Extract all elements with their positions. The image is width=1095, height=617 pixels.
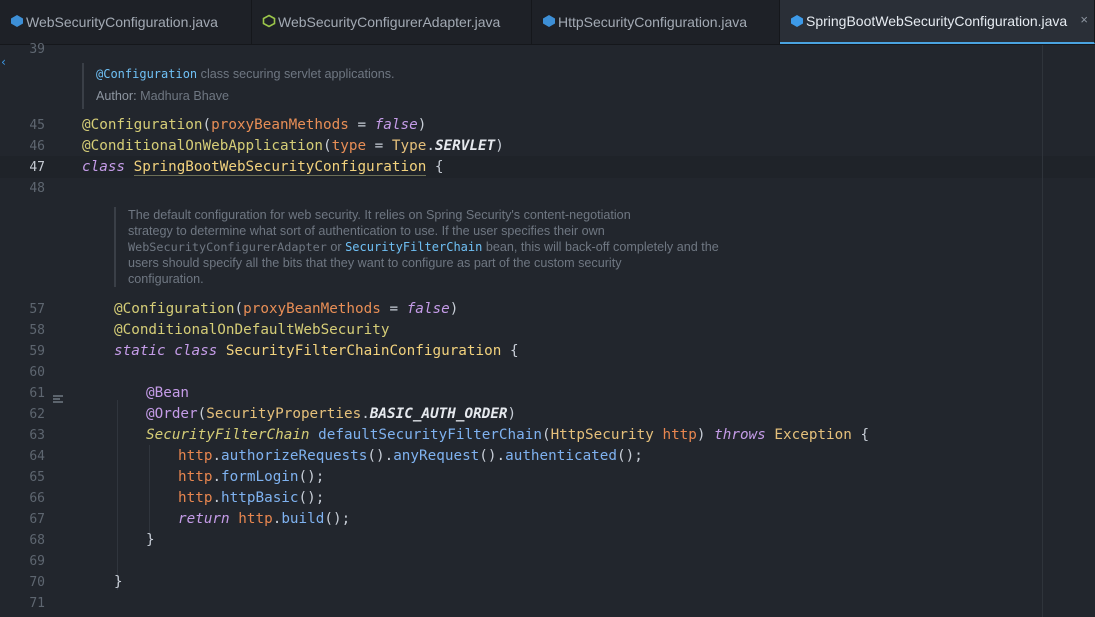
- code-line-67: return http.build();: [178, 511, 351, 527]
- tab-websecurityconfigureradapter[interactable]: WebSecurityConfigurerAdapter.java: [252, 0, 532, 44]
- line-number: 70: [29, 575, 45, 590]
- javadoc-text-fragment: bean, this will back-off completely and …: [482, 240, 719, 254]
- line-number: 64: [29, 449, 45, 464]
- code-line-47: class SpringBootWebSecurityConfiguration…: [82, 159, 444, 176]
- tab-label: HttpSecurityConfiguration.java: [558, 14, 748, 30]
- tab-label: WebSecurityConfiguration.java: [26, 14, 218, 30]
- javadoc-inner-class: The default configuration for web securi…: [114, 207, 768, 287]
- java-class-icon: [11, 15, 23, 27]
- right-margin-guide: [1042, 45, 1043, 617]
- line-number-current: 47: [29, 160, 45, 175]
- javadoc-class: @Configuration class securing servlet ap…: [82, 63, 696, 109]
- javadoc-summary: @Configuration class securing servlet ap…: [96, 63, 696, 85]
- line-number: 58: [29, 323, 45, 338]
- indent-guide: [117, 400, 118, 590]
- javadoc-text: The default configuration for web securi…: [128, 208, 631, 222]
- code-line-63: SecurityFilterChain defaultSecurityFilte…: [146, 427, 870, 443]
- line-number: 69: [29, 554, 45, 569]
- javadoc-text-fragment: or: [326, 240, 346, 254]
- code-line-46: @ConditionalOnWebApplication(type = Type…: [82, 138, 504, 154]
- javadoc-link[interactable]: SecurityFilterChain: [345, 240, 482, 254]
- javadoc-text: WebSecurityConfigurerAdapter or Security…: [128, 239, 768, 255]
- javadoc-text: users should specify all the bits that t…: [128, 256, 622, 270]
- javadoc-text: configuration.: [128, 272, 204, 286]
- code-line-58: @ConditionalOnDefaultWebSecurity: [114, 322, 390, 338]
- code-line-68: }: [146, 532, 155, 548]
- tab-label: WebSecurityConfigurerAdapter.java: [278, 14, 501, 30]
- indent-guide: [149, 445, 150, 537]
- java-class-icon: [791, 15, 803, 27]
- code-line-45: @Configuration(proxyBeanMethods = false): [82, 117, 427, 133]
- tab-label: SpringBootWebSecurityConfiguration.java: [806, 13, 1068, 29]
- close-tab-icon[interactable]: ×: [1080, 12, 1088, 27]
- line-number: 63: [29, 428, 45, 443]
- javadoc-link[interactable]: @Configuration: [96, 67, 197, 81]
- line-number: 57: [29, 302, 45, 317]
- tab-httpsecurityconfiguration[interactable]: HttpSecurityConfiguration.java: [532, 0, 780, 44]
- line-number: 39: [29, 42, 45, 57]
- code-line-59: static class SecurityFilterChainConfigur…: [114, 343, 519, 359]
- line-number: 71: [29, 596, 45, 611]
- line-number: 65: [29, 470, 45, 485]
- line-number: 68: [29, 533, 45, 548]
- code-line-57: @Configuration(proxyBeanMethods = false): [114, 301, 459, 317]
- tab-websecurityconfiguration[interactable]: WebSecurityConfiguration.java: [0, 0, 252, 44]
- author-name: Madhura Bhave: [140, 89, 230, 103]
- code-editor[interactable]: ‹ 39 45 46 47 48 57 58 59 60 61 62 63 64…: [0, 42, 1095, 617]
- code-line-64: http.authorizeRequests().anyRequest().au…: [178, 448, 643, 464]
- line-number: 46: [29, 139, 45, 154]
- abstract-class-icon: [262, 14, 276, 28]
- line-number: 62: [29, 407, 45, 422]
- line-number: 59: [29, 344, 45, 359]
- line-number: 67: [29, 512, 45, 527]
- javadoc-text: class securing servlet applications.: [197, 67, 395, 81]
- javadoc-code: WebSecurityConfigurerAdapter: [128, 240, 327, 254]
- code-line-61: @Bean: [146, 385, 190, 401]
- line-number: 48: [29, 181, 45, 196]
- code-line-70: }: [114, 574, 123, 590]
- tab-springbootwebsecurityconfiguration[interactable]: SpringBootWebSecurityConfiguration.java …: [780, 0, 1095, 44]
- gutter-fold-marker: ‹: [0, 55, 8, 69]
- line-number: 61: [29, 386, 45, 401]
- javadoc-author: Author: Madhura Bhave: [96, 85, 696, 107]
- code-line-66: http.httpBasic();: [178, 490, 325, 506]
- line-number: 66: [29, 491, 45, 506]
- editor-tab-bar: WebSecurityConfiguration.java WebSecurit…: [0, 0, 1095, 45]
- line-number: 60: [29, 365, 45, 380]
- author-label: Author:: [96, 89, 137, 103]
- code-line-62: @Order(SecurityProperties.BASIC_AUTH_ORD…: [146, 406, 517, 422]
- bean-gutter-icon[interactable]: [52, 394, 64, 404]
- javadoc-text: strategy to determine what sort of authe…: [128, 224, 605, 238]
- line-number: 45: [29, 118, 45, 133]
- java-class-icon: [543, 15, 555, 27]
- code-line-65: http.formLogin();: [178, 469, 325, 485]
